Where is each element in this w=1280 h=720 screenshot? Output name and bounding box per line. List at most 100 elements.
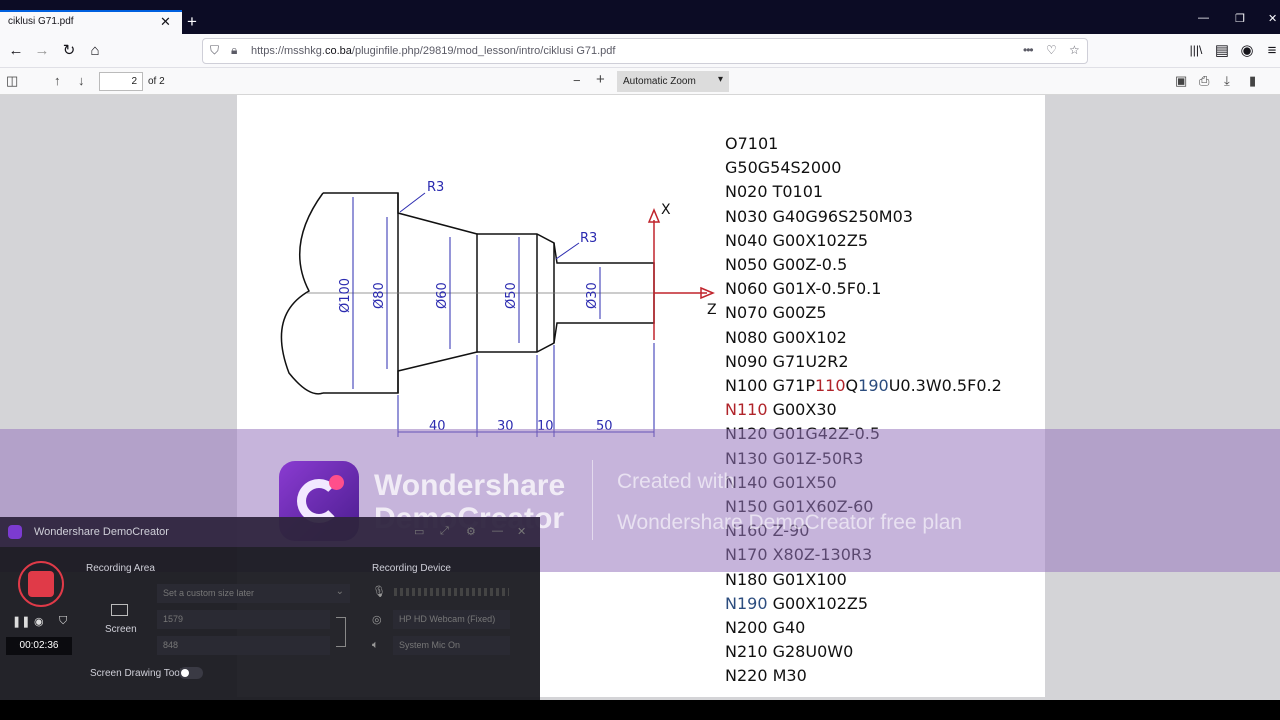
- diameter-label: Ø100: [338, 278, 353, 313]
- audio-level-meter: [394, 588, 509, 596]
- microphone-icon[interactable]: 🎙︎: [372, 585, 386, 598]
- r3-leader: [555, 242, 580, 260]
- lock-icon[interactable]: 🔒︎: [231, 43, 237, 58]
- diameter-label: Ø60: [435, 282, 450, 309]
- r3-leader: [399, 192, 426, 213]
- tab-strip: ciklusi G71.pdf ✕ + — ❐ ✕: [0, 0, 1280, 34]
- close-icon[interactable]: ✕: [517, 525, 526, 538]
- gcode-segment: N110: [725, 400, 768, 420]
- zoom-value: Automatic Zoom: [623, 76, 696, 87]
- gcode-segment: N100 G71P: [725, 376, 815, 396]
- chevron-down-icon: ⌄: [335, 586, 344, 597]
- gcode-line: N110 G00X30: [725, 398, 1002, 422]
- bookmark-icon[interactable]: ▮: [1249, 73, 1256, 89]
- gcode-segment: 190: [858, 376, 889, 396]
- page-count: of 2: [148, 76, 165, 87]
- window-close-icon[interactable]: ✕: [1268, 12, 1277, 25]
- zoom-out-icon[interactable]: −: [573, 73, 581, 88]
- library-icon[interactable]: |||\: [1186, 40, 1206, 60]
- gcode-line: N040 G00X102Z5: [725, 229, 1002, 253]
- system-audio-select[interactable]: System Mic On: [393, 636, 510, 655]
- gcode-segment: N090 G71U2R2: [725, 351, 849, 371]
- diameter-label: Ø80: [372, 282, 387, 309]
- screen-icon[interactable]: [111, 604, 128, 616]
- pause-icon[interactable]: ❚❚: [12, 615, 30, 628]
- menu-icon[interactable]: ≡: [1262, 40, 1280, 60]
- gcode-segment: G00X102Z5: [767, 593, 868, 613]
- reload-icon[interactable]: ↻: [59, 40, 79, 60]
- restart-icon[interactable]: ◉: [34, 615, 44, 628]
- zoom-in-icon[interactable]: +: [596, 71, 605, 88]
- tab-pdf[interactable]: ciklusi G71.pdf ✕: [0, 10, 182, 34]
- presentation-mode-icon[interactable]: ▣: [1175, 73, 1187, 89]
- watermark-plan: Wondershare DemoCreator free plan: [617, 511, 963, 534]
- gcode-line: N030 G40G96S250M03: [725, 205, 1002, 229]
- pocket-icon[interactable]: ♡: [1046, 43, 1057, 57]
- forward-icon[interactable]: →: [32, 40, 52, 60]
- home-icon[interactable]: ⌂: [85, 40, 105, 60]
- page-number-input[interactable]: 2: [99, 72, 143, 91]
- gcode-segment: N030 G40G96S250M03: [725, 206, 913, 226]
- screen: ciklusi G71.pdf ✕ + — ❐ ✕ ← → ↻ ⌂ ⛉ 🔒︎ h…: [0, 0, 1280, 720]
- minimize-icon[interactable]: —: [1198, 12, 1209, 24]
- gcode-segment: G00X30: [767, 400, 837, 420]
- speaker-icon[interactable]: 🔈︎: [372, 639, 379, 652]
- gcode-segment: N180 G01X100: [725, 569, 847, 589]
- drawing-tool-toggle[interactable]: [179, 667, 203, 679]
- account-icon[interactable]: ◉: [1237, 40, 1257, 60]
- nav-bar: ← → ↻ ⌂ ⛉ 🔒︎ https://msshkg.co.ba/plugin…: [0, 34, 1280, 68]
- radius-label: R3: [580, 231, 597, 246]
- width-input[interactable]: 1579: [157, 610, 330, 629]
- break-line: [280, 192, 324, 395]
- expand-icon[interactable]: ⤢: [440, 525, 449, 538]
- lathe-part-drawing: X Z R3 R3 Ø100 Ø80 Ø60 Ø50 Ø30 40 30 10 …: [280, 180, 717, 437]
- recorder-panel: Wondershare DemoCreator ▭ ⤢ ⚙ — ✕ ❚❚ ◉ ⛉…: [0, 517, 540, 703]
- bottom-edge: [0, 700, 1280, 720]
- webcam-select[interactable]: HP HD Webcam (Fixed): [393, 610, 510, 629]
- gcode-line: O7101: [725, 132, 1002, 156]
- minimize-icon[interactable]: —: [492, 525, 503, 537]
- height-input[interactable]: 848: [157, 636, 330, 655]
- aspect-lock-icon[interactable]: [336, 617, 346, 647]
- next-page-icon[interactable]: ↓: [78, 73, 85, 88]
- previous-page-icon[interactable]: ↑: [54, 73, 61, 88]
- compact-icon[interactable]: ▭: [414, 525, 424, 538]
- page-actions-icon[interactable]: •••: [1023, 43, 1034, 57]
- bookmark-star-icon[interactable]: ☆: [1069, 43, 1080, 57]
- url-bar[interactable]: ⛉ 🔒︎ https://msshkg.co.ba/pluginfile.php…: [202, 38, 1088, 64]
- democreator-icon: [8, 525, 22, 539]
- gcode-segment: N210 G28U0W0: [725, 642, 854, 662]
- shield-icon[interactable]: ⛉: [59, 615, 67, 628]
- gcode-segment: N080 G00X102: [725, 327, 847, 347]
- sidebar-toggle-icon[interactable]: ▤: [1212, 40, 1232, 60]
- shield-icon[interactable]: ⛉: [210, 43, 219, 58]
- gcode-segment: N190: [725, 593, 768, 613]
- gcode-line: N070 G00Z5: [725, 301, 1002, 325]
- gcode-line: N090 G71U2R2: [725, 350, 1002, 374]
- recording-area-label: Recording Area: [86, 563, 155, 574]
- back-icon[interactable]: ←: [6, 40, 26, 60]
- gcode-segment: N200 G40: [725, 618, 806, 638]
- restore-icon[interactable]: ❐: [1235, 12, 1245, 25]
- axis-z-label: Z: [707, 302, 717, 318]
- size-select[interactable]: Set a custom size later ⌄: [157, 584, 350, 603]
- gcode-line: N190 G00X102Z5: [725, 592, 1002, 616]
- zoom-select[interactable]: Automatic Zoom ▾: [617, 71, 729, 92]
- gcode-line: N080 G00X102: [725, 326, 1002, 350]
- settings-icon[interactable]: ⚙: [466, 525, 476, 538]
- download-icon[interactable]: ⤓: [1224, 73, 1230, 89]
- gcode-segment: G50G54S2000: [725, 158, 842, 178]
- recording-device-label: Recording Device: [372, 563, 451, 574]
- gcode-line: N220 M30: [725, 664, 1002, 688]
- url-text[interactable]: https://msshkg.co.ba/pluginfile.php/2981…: [251, 45, 615, 57]
- drawing-tool-label: Screen Drawing Tool: [90, 668, 183, 679]
- pdf-toolbar: ◫ ↑ ↓ 2 of 2 − + Automatic Zoom ▾ ▣ ⎙ ⤓ …: [0, 68, 1280, 95]
- record-stop-button[interactable]: [18, 561, 64, 607]
- webcam-icon[interactable]: ◎: [372, 613, 382, 626]
- gcode-segment: N040 G00X102Z5: [725, 230, 868, 250]
- new-tab-button[interactable]: +: [187, 12, 197, 32]
- print-icon[interactable]: ⎙: [1199, 73, 1209, 89]
- tab-close-icon[interactable]: ✕: [160, 14, 171, 30]
- sidebar-toggle-icon[interactable]: ◫: [6, 73, 18, 89]
- gcode-line: N200 G40: [725, 616, 1002, 640]
